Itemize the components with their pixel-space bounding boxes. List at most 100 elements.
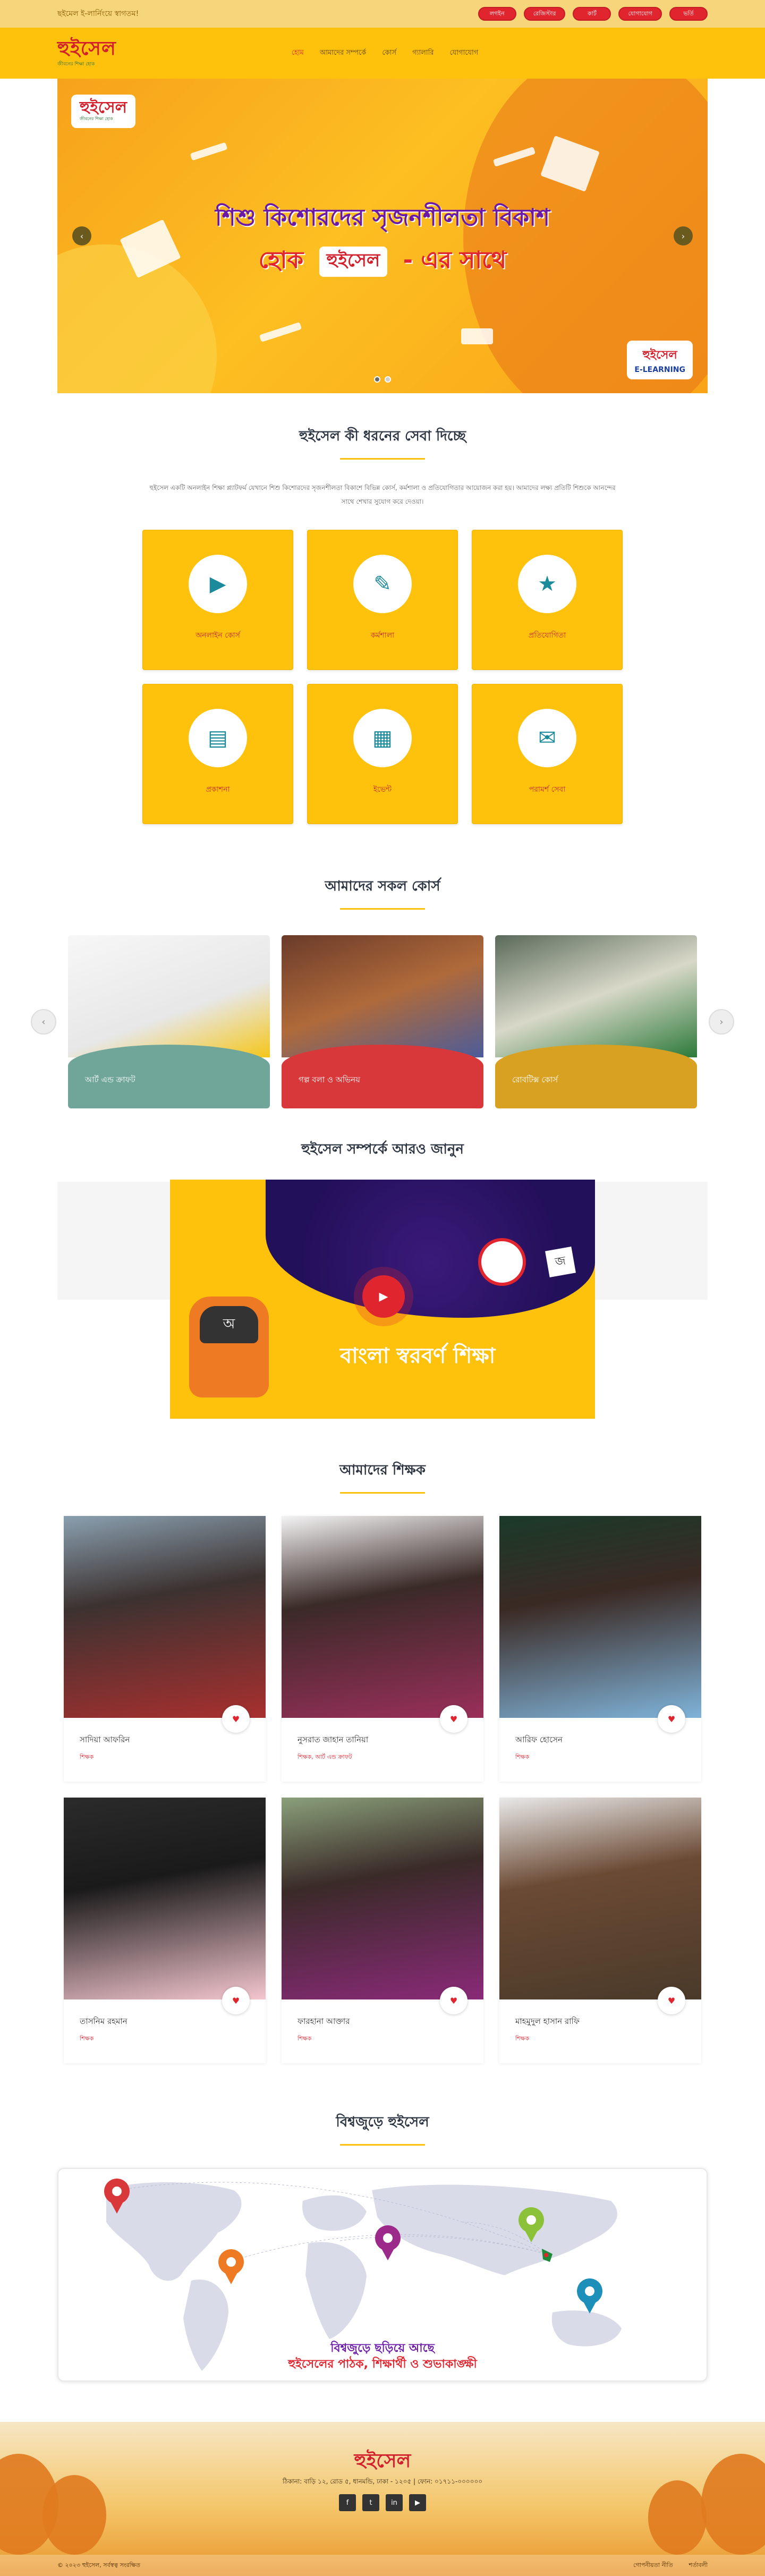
- contact-button[interactable]: যোগাযোগ: [618, 7, 662, 21]
- slider-dot[interactable]: [385, 376, 391, 383]
- heart-icon[interactable]: ♥: [658, 1987, 685, 2014]
- course-caption: আর্ট এন্ড ক্রাফট: [68, 1045, 270, 1108]
- youtube-icon[interactable]: ▶: [409, 2494, 426, 2511]
- paint-tube-doodle: [461, 328, 493, 344]
- nav-about[interactable]: আমাদের সম্পর্কে: [320, 48, 366, 59]
- site-logo[interactable]: হুইসেল জীবনের শিক্ষা হোক: [57, 39, 116, 68]
- service-label: প্রতিযোগিতা: [528, 631, 566, 640]
- trophy-icon: ★: [518, 555, 576, 613]
- video-section: হুইসেল সম্পর্কে আরও জানুন অ ▶ বাংলা স্বর…: [0, 1108, 765, 1419]
- courses-title: আমাদের সকল কোর্স: [325, 878, 440, 894]
- heart-icon[interactable]: ♥: [222, 1705, 250, 1733]
- hero-headline-suffix: - এর সাথে: [403, 247, 507, 274]
- admission-button[interactable]: ভর্তি: [669, 7, 708, 21]
- team-title: আমাদের শিক্ষক: [339, 1462, 426, 1478]
- terms-link[interactable]: শর্তাবলী: [689, 2561, 708, 2571]
- video-overlay-text: বাংলা স্বরবর্ণ শিক্ষা: [340, 1344, 496, 1368]
- presence-title: বিশ্বজুড়ে হুইসেল: [336, 2114, 429, 2130]
- team-member-card[interactable]: ♥ নুসরাত জাহান তানিয়া শিক্ষক, আর্ট এন্ড…: [282, 1516, 483, 1782]
- footer-links: গোপনীয়তা নীতি শর্তাবলী: [633, 2561, 708, 2571]
- nav-contact[interactable]: যোগাযোগ: [449, 48, 478, 59]
- slider-dots: [57, 376, 708, 383]
- member-photo: [64, 1798, 266, 1999]
- member-name: সাদিয়া আফরিন: [80, 1735, 130, 1744]
- chevron-right-icon: ›: [681, 231, 685, 241]
- member-photo: [499, 1516, 701, 1718]
- footer-address: ঠিকানা: বাড়ি ১২, রোড ৫, ধানমন্ডি, ঢাকা …: [282, 2478, 483, 2485]
- member-role: শিক্ষক: [515, 1753, 530, 1760]
- hero-slider: হুইসেল জীবনের শিক্ষা হোক শিশু কিশোরদের স…: [57, 79, 708, 393]
- tools-icon: ✎: [353, 555, 412, 613]
- cart-button[interactable]: কার্ট: [573, 7, 611, 21]
- elearning-badge: হুইসেল E-LEARNING: [627, 341, 693, 379]
- slider-next-button[interactable]: ›: [674, 226, 693, 245]
- service-card[interactable]: ▤ প্রকাশনা: [142, 684, 293, 824]
- carousel-prev-button[interactable]: ‹: [31, 1009, 56, 1035]
- copyright-text: © ২০২৩ হুইসেল, সর্বস্বত্ব সংরক্ষিত: [57, 2561, 140, 2569]
- pencil-doodle: [259, 321, 302, 343]
- top-actions: লগইন রেজিস্টার কার্ট যোগাযোগ ভর্তি: [478, 7, 708, 21]
- play-button[interactable]: ▶: [362, 1275, 405, 1318]
- services-grid: ▶ অনলাইন কোর্স ✎ কর্মশালা ★ প্রতিযোগিতা …: [142, 530, 623, 824]
- team-grid: ♥ সাদিয়া আফরিন শিক্ষক ♥ নুসরাত জাহান তা…: [64, 1516, 701, 2063]
- heart-icon[interactable]: ♥: [222, 1987, 250, 2014]
- hero-headline: শিশু কিশোরদের সৃজনশীলতা বিকাশ: [215, 204, 550, 231]
- linkedin-icon[interactable]: in: [386, 2494, 403, 2511]
- service-card[interactable]: ▶ অনলাইন কোর্স: [142, 530, 293, 670]
- course-image: [68, 935, 270, 1057]
- services-title: হুইসেল কী ধরনের সেবা দিচ্ছে: [299, 428, 466, 444]
- nav-gallery[interactable]: গ্যালারি: [412, 48, 434, 59]
- member-photo: [282, 1798, 483, 1999]
- register-button[interactable]: রেজিস্টার: [523, 7, 566, 21]
- site-header: হুইসেল জীবনের শিক্ষা হোক হোম আমাদের সম্প…: [0, 28, 765, 79]
- heart-icon[interactable]: ♥: [440, 1987, 468, 2014]
- hero-logo: হুইসেল জীবনের শিক্ষা হোক: [71, 95, 135, 128]
- service-card[interactable]: ✎ কর্মশালা: [307, 530, 458, 670]
- backpack-illustration: অ: [189, 1297, 269, 1397]
- chevron-left-icon: ‹: [80, 231, 84, 241]
- courses-section: আমাদের সকল কোর্স ‹ আর্ট এন্ড ক্রাফট গল্প…: [0, 824, 765, 1108]
- course-carousel: ‹ আর্ট এন্ড ক্রাফট গল্প বলা ও অভিনয় রোব…: [27, 935, 738, 1108]
- social-links: f t in ▶: [0, 2494, 765, 2511]
- title-divider: [340, 2144, 425, 2146]
- title-divider: [340, 908, 425, 910]
- team-member-card[interactable]: ♥ সাদিয়া আফরিন শিক্ষক: [64, 1516, 266, 1782]
- team-member-card[interactable]: ♥ ফারহানা আক্তার শিক্ষক: [282, 1798, 483, 2063]
- slider-prev-button[interactable]: ‹: [72, 226, 91, 245]
- footer-logo[interactable]: হুইসেল: [0, 2446, 765, 2478]
- services-intro: হুইসেল একটি অনলাইন শিক্ষা প্ল্যাটফর্ম যে…: [149, 484, 616, 505]
- map-caption-line2: হুইসেলের পাঠক, শিক্ষার্থী ও শুভাকাঙ্ক্ষী: [288, 2358, 477, 2371]
- member-name: আরিফ হোসেন: [515, 1735, 563, 1744]
- hero-headline-brand: হুইসেল: [319, 246, 388, 277]
- team-member-card[interactable]: ♥ আরিফ হোসেন শিক্ষক: [499, 1516, 701, 1782]
- service-label: প্রকাশনা: [206, 785, 230, 794]
- privacy-link[interactable]: গোপনীয়তা নীতি: [633, 2561, 673, 2571]
- nav-home[interactable]: হোম: [292, 48, 304, 59]
- member-name: ফারহানা আক্তার: [298, 2016, 350, 2026]
- heart-icon[interactable]: ♥: [440, 1705, 468, 1733]
- course-card[interactable]: আর্ট এন্ড ক্রাফট: [68, 935, 270, 1108]
- bag-letter: অ: [200, 1306, 258, 1343]
- course-card[interactable]: রোবটিক্স কোর্স: [495, 935, 697, 1108]
- team-member-card[interactable]: ♥ মাহমুদুল হাসান রাফি শিক্ষক: [499, 1798, 701, 2063]
- twitter-icon[interactable]: t: [362, 2494, 379, 2511]
- course-image: [495, 935, 697, 1057]
- heart-icon[interactable]: ♥: [658, 1705, 685, 1733]
- team-member-card[interactable]: ♥ তাসনিম রহমান শিক্ষক: [64, 1798, 266, 2063]
- service-card[interactable]: ✉ পরামর্শ সেবা: [472, 684, 623, 824]
- book-icon: ▤: [189, 709, 247, 767]
- carousel-next-button[interactable]: ›: [709, 1009, 734, 1035]
- facebook-icon[interactable]: f: [339, 2494, 356, 2511]
- slider-dot[interactable]: [374, 376, 380, 383]
- nav-courses[interactable]: কোর্স: [382, 48, 396, 59]
- course-caption: গল্প বলা ও অভিনয়: [282, 1045, 483, 1108]
- service-card[interactable]: ▦ ইভেন্ট: [307, 684, 458, 824]
- video-player[interactable]: অ ▶ বাংলা স্বরবর্ণ শিক্ষা জ: [170, 1180, 595, 1419]
- course-image: [282, 935, 483, 1057]
- course-card[interactable]: গল্প বলা ও অভিনয়: [282, 935, 483, 1108]
- member-role: শিক্ষক: [515, 2035, 530, 2042]
- tree-illustration: [648, 2480, 707, 2555]
- login-button[interactable]: লগইন: [478, 7, 516, 21]
- service-card[interactable]: ★ প্রতিযোগিতা: [472, 530, 623, 670]
- hero-logo-text: হুইসেল: [80, 98, 127, 117]
